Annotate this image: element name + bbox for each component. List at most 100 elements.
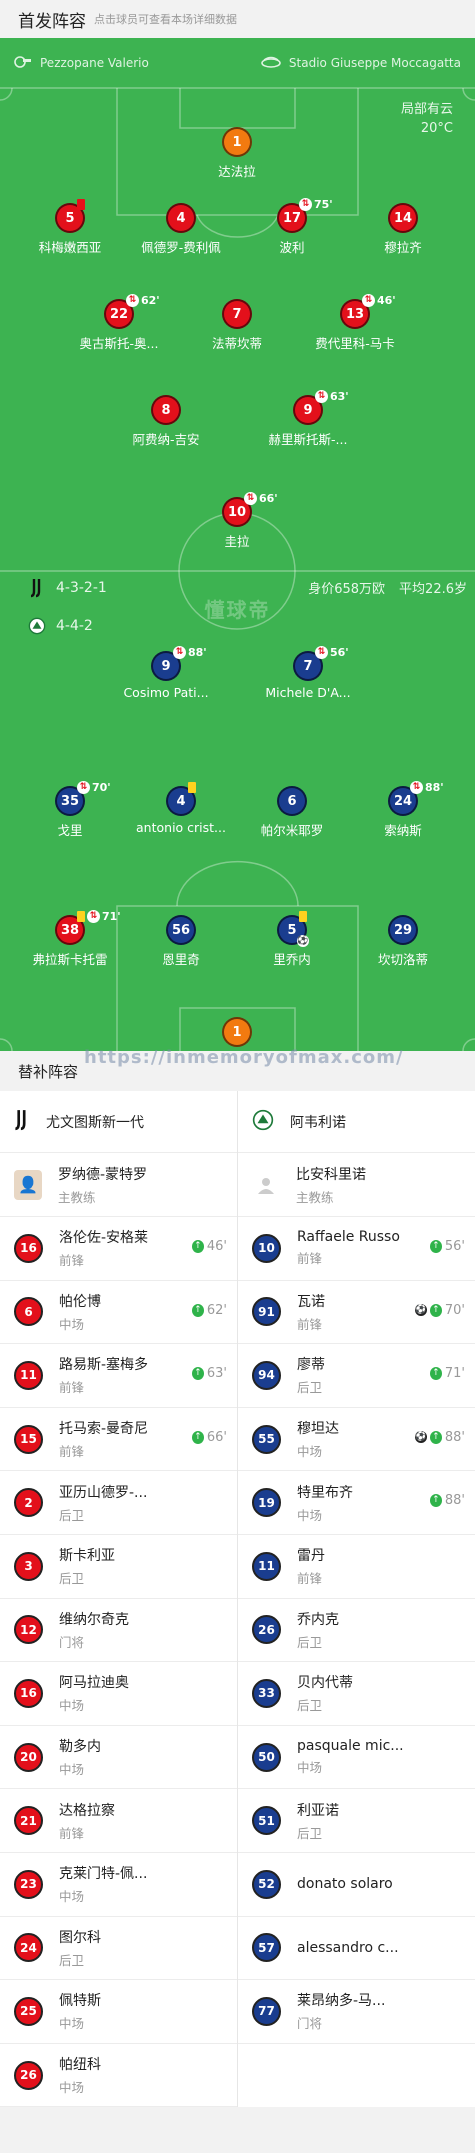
bench-player-number: 77: [252, 1996, 281, 2026]
substitution-minute: 46': [377, 294, 396, 307]
player-marker[interactable]: 6 帕尔米耶罗: [232, 786, 352, 839]
bench-player-number: 11: [14, 1360, 43, 1390]
bench-player-row[interactable]: 26 帕纽科 中场: [0, 2044, 237, 2108]
bench-player-number: 3: [14, 1551, 43, 1581]
sub-in-arrow-icon: ↑: [429, 1367, 442, 1381]
player-marker[interactable]: 9 ⇅ 88' Cosimo Pati...: [106, 646, 226, 700]
player-marker[interactable]: 17 ⇅ 75' 波利: [232, 198, 352, 256]
bench-player-row[interactable]: 25 佩特斯 中场: [0, 1980, 237, 2044]
player-number: 4: [166, 203, 196, 233]
substitution-marker: ⇅ 46': [362, 294, 396, 307]
sub-in-minute: 88': [444, 1493, 465, 1509]
bench-player-row[interactable]: 16 阿马拉迪奥 中场: [0, 1662, 237, 1726]
bench-player-row[interactable]: 16 洛伦佐-安格莱 前锋 ↑ 46': [0, 1217, 237, 1281]
away-coach-row[interactable]: 比安科里诺 主教练: [238, 1153, 475, 1217]
player-number-text: 38: [60, 922, 80, 938]
player-marker[interactable]: 1扬纳里利: [177, 1017, 297, 1051]
player-marker[interactable]: 10 ⇅ 66' 圭拉: [177, 492, 297, 550]
bench-player-row[interactable]: 6 帕伦博 中场 ↑ 62': [0, 1281, 237, 1345]
goal-ball-icon: ⚽: [297, 935, 309, 947]
bench-player-row[interactable]: 11 路易斯-塞梅多 前锋 ↑ 63': [0, 1344, 237, 1408]
substitution-marker: ⇅ 88': [410, 781, 444, 794]
bench-player-row[interactable]: 3 斯卡利亚 后卫: [0, 1535, 237, 1599]
substitution-minute: 63': [330, 390, 349, 403]
bench-player-row[interactable]: 77 莱昂纳多-马... 门将: [238, 1980, 475, 2044]
player-marker[interactable]: 5 科梅嫩西亚: [10, 199, 130, 256]
player-marker[interactable]: 38 ⇅ 71' 弗拉斯卡托雷: [10, 910, 130, 968]
player-marker[interactable]: 24 ⇅ 88' 索纳斯: [343, 781, 463, 839]
sub-in-event: ↑ 56': [429, 1239, 465, 1254]
player-marker[interactable]: 35 ⇅ 70' 戈里: [10, 781, 130, 839]
player-name: 波利: [279, 240, 305, 255]
player-name: 赫里斯托斯-...: [268, 432, 348, 447]
player-marker[interactable]: 4 佩德罗-费利佩: [121, 203, 241, 256]
player-number: 1: [222, 1017, 252, 1047]
player-name: 弗拉斯卡托雷: [32, 952, 108, 967]
player-marker[interactable]: 7 法蒂坎蒂: [177, 299, 297, 352]
away-formation: 4-4-2: [28, 616, 93, 636]
player-number-text: 1: [232, 1024, 242, 1040]
player-marker[interactable]: 8 阿费纳-吉安: [106, 395, 226, 448]
sub-in-arrow-icon: ↑: [429, 1494, 442, 1508]
player-number: 4: [166, 782, 196, 816]
bench-player-row[interactable]: 12 维纳尔奇克 门将: [0, 1599, 237, 1663]
bench-player-row[interactable]: 2 亚历山德罗-... 后卫: [0, 1471, 237, 1535]
player-number: 7: [222, 299, 252, 329]
bench-player-row[interactable]: 51 利亚诺 后卫: [238, 1789, 475, 1853]
player-marker[interactable]: 22 ⇅ 62' 奥古斯托-奥...: [59, 294, 179, 352]
bench-player-row[interactable]: 23 克莱门特-佩... 中场: [0, 1853, 237, 1917]
player-marker[interactable]: 13 ⇅ 46' 费代里科-马卡: [295, 294, 415, 352]
bench-player-position: 前锋: [59, 1253, 85, 1269]
bench-player-row[interactable]: 20 勒多内 中场: [0, 1726, 237, 1790]
home-team-row[interactable]: 尤文图斯新一代: [0, 1091, 237, 1153]
avellino-logo-icon: [28, 616, 46, 636]
sub-in-event: ⚽ ↑ 88': [414, 1430, 465, 1445]
bench-player-row[interactable]: 91 瓦诺 前锋 ⚽ ↑ 70': [238, 1281, 475, 1345]
away-team-row[interactable]: 阿韦利诺: [238, 1091, 475, 1153]
away-bench: 阿韦利诺 比安科里诺 主教练 10 Raffaele Russo 前锋 ↑ 56' 91 瓦…: [237, 1091, 475, 2108]
pitch: Pezzopane Valerio Stadio Giuseppe Moccag…: [0, 38, 475, 1051]
player-marker[interactable]: 1 达法拉: [177, 127, 297, 180]
bench-player-row[interactable]: 19 特里布齐 中场 ↑ 88': [238, 1471, 475, 1535]
player-name: 戈里: [57, 823, 83, 838]
player-marker[interactable]: 4 antonio crist...: [121, 782, 241, 835]
sub-in-arrow-icon: ↑: [429, 1303, 442, 1317]
bench-player-row[interactable]: 94 廖蒂 后卫 ↑ 71': [238, 1344, 475, 1408]
bench-player-row[interactable]: 26 乔内克 后卫: [238, 1599, 475, 1663]
bench-player-row[interactable]: 15 托马索-曼奇尼 前锋 ↑ 66': [0, 1408, 237, 1472]
bench-player-row[interactable]: 10 Raffaele Russo 前锋 ↑ 56': [238, 1217, 475, 1281]
bench-player-row[interactable]: 33 贝内代蒂 后卫: [238, 1662, 475, 1726]
player-number: 10 ⇅ 66': [222, 492, 278, 527]
player-name: 圭拉: [224, 534, 250, 549]
bench-player-number: 20: [14, 1742, 43, 1772]
player-number: 9 ⇅ 63': [293, 390, 349, 425]
player-name: 法蒂坎蒂: [211, 336, 262, 351]
bench-player-row[interactable]: 55 穆坦达 中场 ⚽ ↑ 88': [238, 1408, 475, 1472]
bench-player-position: 后卫: [297, 1634, 323, 1650]
player-number: 6: [277, 786, 307, 816]
player-marker[interactable]: 29 坎切洛蒂: [343, 915, 463, 968]
player-name: 科梅嫩西亚: [38, 240, 102, 255]
bench-player-number: 94: [252, 1360, 281, 1390]
player-marker[interactable]: 14 穆拉齐: [343, 203, 463, 256]
sub-in-arrow-icon: ↑: [191, 1367, 204, 1381]
bench-player-row[interactable]: 11 雷丹 前锋: [238, 1535, 475, 1599]
player-marker[interactable]: 7 ⇅ 56' Michele D'A...: [248, 646, 368, 700]
bench-player-name: pasquale mic...: [297, 1738, 404, 1755]
player-number-text: 6: [287, 793, 297, 809]
bench-player-row[interactable]: 21 达格拉察 前锋: [0, 1789, 237, 1853]
bench-player-position: 中场: [59, 2016, 85, 2032]
substitution-marker: ⇅ 63': [315, 390, 349, 403]
bench-player-name: 廖蒂: [297, 1357, 325, 1374]
away-formation-text: 4-4-2: [56, 618, 93, 634]
bench-player-row[interactable]: 24 图尔科 后卫: [0, 1917, 237, 1981]
player-marker[interactable]: 56 恩里奇: [121, 915, 241, 968]
bench-player-row[interactable]: 50 pasquale mic... 中场: [238, 1726, 475, 1790]
player-marker[interactable]: 5 ⚽ 里乔内: [232, 911, 352, 968]
player-marker[interactable]: 9 ⇅ 63' 赫里斯托斯-...: [248, 390, 368, 448]
player-number-text: 35: [60, 793, 80, 809]
bench-player-row[interactable]: 57 alessandro c...: [238, 1917, 475, 1981]
red-card-icon: [77, 199, 85, 210]
home-coach-row[interactable]: 👤 罗纳德-蒙特罗 主教练: [0, 1153, 237, 1217]
bench-player-row[interactable]: 52 donato solaro: [238, 1853, 475, 1917]
